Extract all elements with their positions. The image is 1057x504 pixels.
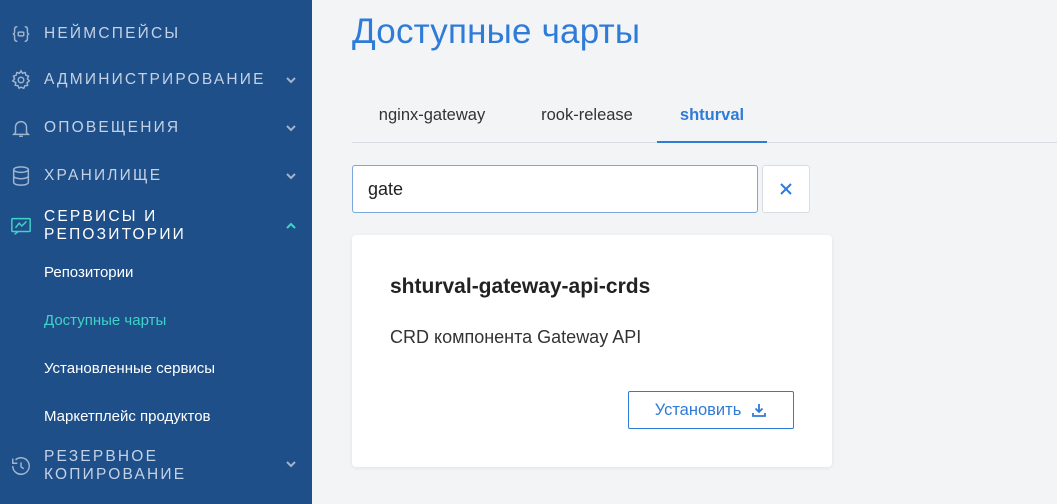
page-title: Доступные чарты [352, 12, 641, 51]
sidebar-subitem-marketplace[interactable]: Маркетплейс продуктов [44, 408, 211, 426]
chevron-up-icon[interactable] [283, 218, 299, 234]
chevron-down-icon[interactable] [283, 456, 299, 472]
sidebar-item-namespaces[interactable]: НЕЙМСПЕЙСЫ [0, 22, 312, 46]
sidebar-item-label: ХРАНИЛИЩЕ [44, 167, 163, 184]
bell-icon [9, 116, 33, 140]
chart-card: shturval-gateway-api-crds CRD компонента… [352, 235, 832, 467]
chart-description: CRD компонента Gateway API [390, 327, 642, 347]
chevron-down-icon[interactable] [283, 168, 299, 184]
sidebar-item-label-line2: КОПИРОВАНИЕ [44, 466, 187, 483]
sidebar-item-alerts[interactable]: ОПОВЕЩЕНИЯ [0, 116, 312, 140]
sidebar-subitem-installed-services[interactable]: Установленные сервисы [44, 360, 215, 378]
tab-nginx-gateway[interactable]: nginx-gateway [357, 93, 507, 143]
database-icon [9, 164, 33, 188]
sidebar-item-label-line2: РЕПОЗИТОРИИ [44, 226, 187, 243]
download-icon [752, 404, 767, 417]
repository-tabs: nginx-gateway rook-release shturval [352, 93, 1057, 143]
gear-icon [9, 68, 33, 92]
chevron-down-icon[interactable] [283, 120, 299, 136]
sidebar-item-services-repositories[interactable]: СЕРВИСЫ И РЕПОЗИТОРИИ [0, 206, 312, 246]
sidebar-item-label-line1: СЕРВИСЫ И [44, 208, 158, 225]
sidebar-subitem-repositories[interactable]: Репозитории [44, 264, 133, 282]
backup-icon [9, 454, 33, 478]
services-icon [9, 214, 33, 238]
sidebar-subitem-available-charts[interactable]: Доступные чарты [44, 312, 166, 330]
chevron-down-icon[interactable] [283, 72, 299, 88]
braces-icon [9, 22, 33, 46]
sidebar-item-administration[interactable]: АДМИНИСТРИРОВАНИЕ [0, 68, 312, 92]
install-button[interactable]: Установить [628, 391, 794, 429]
sidebar-item-backup[interactable]: РЕЗЕРВНОЕ КОПИРОВАНИЕ [0, 446, 312, 486]
search-input[interactable] [352, 165, 758, 213]
sidebar-item-label: ОПОВЕЩЕНИЯ [44, 119, 181, 136]
sidebar-item-label-line1: РЕЗЕРВНОЕ [44, 448, 159, 465]
sidebar-item-storage[interactable]: ХРАНИЛИЩЕ [0, 164, 312, 188]
install-button-label: Установить [654, 400, 742, 419]
tab-rook-release[interactable]: rook-release [519, 93, 655, 143]
main-content: Доступные чарты nginx-gateway rook-relea… [312, 0, 1057, 504]
clear-search-button[interactable] [762, 165, 810, 213]
chart-title: shturval-gateway-api-crds [390, 275, 651, 298]
sidebar-item-label: АДМИНИСТРИРОВАНИЕ [44, 71, 266, 88]
sidebar: НЕЙМСПЕЙСЫ АДМИНИСТРИРОВАНИЕ ОПОВЕЩЕНИЯ [0, 0, 312, 504]
tab-shturval[interactable]: shturval [657, 93, 767, 143]
close-icon [780, 183, 792, 195]
app-root: НЕЙМСПЕЙСЫ АДМИНИСТРИРОВАНИЕ ОПОВЕЩЕНИЯ [0, 0, 1057, 504]
sidebar-item-label: НЕЙМСПЕЙСЫ [44, 25, 181, 42]
